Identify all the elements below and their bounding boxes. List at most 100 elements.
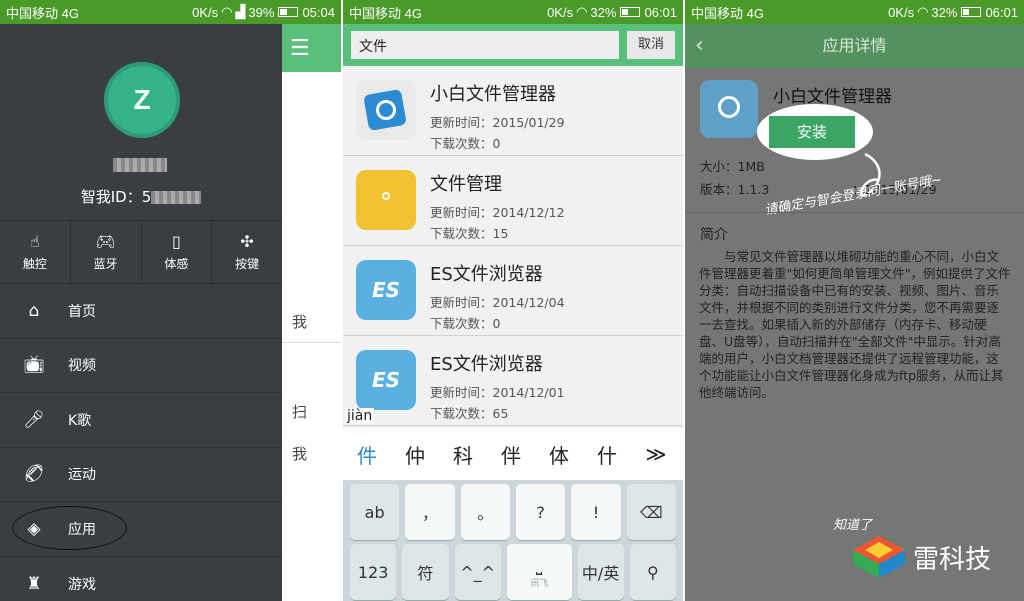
clock: 05:04 [302, 4, 335, 20]
result-title: 小白文件管理器 [430, 84, 556, 105]
space-key[interactable]: ⎵ 讯飞 [506, 544, 572, 600]
behind-row[interactable]: 我 [282, 432, 341, 474]
es-icon: ES [356, 350, 416, 410]
list-item[interactable]: 小白文件管理器 更新时间：2015/01/29 下载次数：0 [343, 66, 683, 156]
key-ab[interactable]: ab [350, 484, 400, 540]
avatar[interactable]: Z [104, 62, 180, 138]
key-symbol[interactable]: 符 [402, 544, 449, 600]
key-period[interactable]: 。 [460, 484, 510, 540]
quick-actions: ☝ 触控 🎮︎ 蓝牙 ▯ 体感 ✣ 按键 [0, 220, 282, 284]
more-candidates-icon[interactable]: ≫ [631, 442, 681, 466]
result-title: ES文件浏览器 [430, 264, 543, 285]
chess-icon: ♜ [26, 573, 42, 594]
highlight-circle [12, 506, 127, 550]
xiaobai-icon [356, 80, 416, 140]
menu-item-karaoke[interactable]: 🎤︎ K歌 [0, 393, 282, 448]
key-emoticon[interactable]: ^_^ [454, 544, 501, 600]
hamburger-menu-icon[interactable]: ☰ [290, 36, 310, 61]
gamepad-icon: 🎮︎ [95, 232, 116, 251]
backspace-icon[interactable]: ⌫ [626, 484, 676, 540]
tv-icon: 📺︎ [23, 355, 45, 376]
xiaobai-icon [700, 80, 758, 138]
wifi-icon: ◠ [221, 4, 233, 19]
wifi-icon: ◠ [576, 4, 588, 19]
detail-header: ‹ 应用详情 [685, 24, 1024, 68]
result-updated: 更新时间：2015/01/29 [430, 115, 565, 130]
brand-watermark: 雷科技 [853, 536, 991, 578]
quick-touch[interactable]: ☝ 触控 [0, 221, 71, 283]
behind-row[interactable]: 我 [282, 301, 341, 343]
net-speed: 0K/s [888, 4, 915, 20]
mic-icon: 🎤︎ [23, 409, 45, 430]
app-detail-screen: 中国移动 4G 0K/s ◠ 32% 06:01 ‹ 应用详情 小白文件管理器 … [685, 0, 1024, 601]
candidate[interactable]: 什 [583, 440, 631, 469]
candidate[interactable]: 科 [439, 440, 487, 469]
result-list: 小白文件管理器 更新时间：2015/01/29 下载次数：0 文件管理 更新时间… [343, 66, 683, 426]
app-size: 大小：1MB [700, 159, 765, 174]
menu-item-games[interactable]: ♜ 游戏 [0, 557, 282, 601]
app-description: 与常见文件管理器以堆砌功能的重心不同，小白文件管理器更着重"如何更简单管理文件"… [699, 249, 1011, 400]
result-downloads: 下载次数：0 [430, 316, 501, 331]
quick-motion[interactable]: ▯ 体感 [142, 221, 213, 283]
dpad-icon: ✣ [240, 232, 254, 251]
key-lang-toggle[interactable]: 中/英 [577, 544, 624, 600]
back-chevron-icon[interactable]: ‹ [695, 24, 704, 68]
main-content-behind-drawer: ☰ 我 扫 我 [282, 24, 341, 601]
app-version: 版本：1.1.3 [700, 182, 770, 197]
carrier-label: 中国移动 4G [349, 5, 422, 21]
result-title: ES文件浏览器 [430, 354, 543, 375]
divider [685, 212, 1024, 213]
key-exclaim[interactable]: ! [571, 484, 621, 540]
home-icon: ⌂ [28, 300, 40, 321]
avatar-logo-icon: Z [133, 84, 151, 115]
touch-icon: ☝ [30, 232, 40, 251]
ime-candidates: 件 仲 科 伴 体 什 ≫ [343, 428, 683, 480]
list-item[interactable]: ES ES文件浏览器 更新时间：2014/12/04 下载次数：0 [343, 246, 683, 336]
search-input[interactable]: 文件 [351, 31, 619, 59]
carrier-label: 中国移动 4G [691, 5, 764, 21]
handwritten-note: 知道了 [833, 518, 873, 533]
carrier-label: 中国移动 4G [6, 5, 79, 21]
install-button[interactable]: 安装 [769, 116, 855, 148]
es-icon: ES [356, 260, 416, 320]
menu-item-home[interactable]: ⌂ 首页 [0, 284, 282, 339]
cancel-button[interactable]: 取消 [627, 31, 675, 59]
detail-body: 小白文件管理器 安装 大小：1MB 版本：1.1.3 下载次数：0 日期：201… [685, 68, 1024, 601]
battery-icon [620, 7, 641, 17]
quick-bluetooth[interactable]: 🎮︎ 蓝牙 [71, 221, 142, 283]
menu-item-sports[interactable]: 🏈︎ 运动 [0, 448, 282, 502]
section-title: 简介 [700, 227, 728, 243]
status-bar: 中国移动 4G 0K/s ◠ 32% 06:01 [343, 0, 683, 24]
result-downloads: 下载次数：65 [430, 406, 509, 421]
quick-keys[interactable]: ✣ 按键 [212, 221, 282, 283]
menu-item-video[interactable]: 📺︎ 视频 [0, 339, 282, 393]
battery-percent: 32% [590, 4, 617, 20]
drawer-menu: ⌂ 首页 📺︎ 视频 🎤︎ K歌 🏈︎ 运动 ◈ 应用 ♜ 游戏 [0, 284, 282, 601]
candidate[interactable]: 伴 [487, 440, 535, 469]
brand-name: 雷科技 [913, 544, 992, 575]
key-question[interactable]: ? [515, 484, 566, 540]
list-item[interactable]: ES ES文件浏览器 更新时间：2014/12/01 下载次数：65 [343, 336, 683, 426]
candidate[interactable]: 件 [343, 440, 391, 469]
clock: 06:01 [985, 4, 1018, 20]
battery-fill [622, 9, 629, 15]
result-title: 文件管理 [430, 174, 502, 195]
key-comma[interactable]: ， [405, 484, 455, 540]
user-id: 智我ID：5 [0, 186, 282, 207]
search-icon[interactable]: ⚲ [629, 544, 676, 600]
list-item[interactable]: 文件管理 更新时间：2014/12/12 下载次数：15 [343, 156, 683, 246]
remote-icon: ▯ [171, 232, 181, 251]
battery-icon [961, 7, 982, 17]
search-bar: 文件 取消 [343, 24, 683, 66]
signal-icon: ▟ [235, 4, 246, 19]
status-bar: 中国移动 4G 0K/s ◠ 32% 06:01 [685, 0, 1024, 24]
ime-pinyin: jiàn [345, 408, 375, 424]
net-speed: 0K/s [547, 4, 574, 20]
key-123[interactable]: 123 [350, 544, 397, 600]
search-screen: 中国移动 4G 0K/s ◠ 32% 06:01 文件 取消 小白文件管理器 更… [343, 0, 683, 601]
brand-logo-icon [853, 536, 905, 578]
football-icon: 🏈︎ [23, 464, 45, 485]
candidate[interactable]: 体 [535, 440, 583, 469]
behind-row[interactable]: 扫 [282, 390, 341, 432]
candidate[interactable]: 仲 [391, 440, 439, 469]
